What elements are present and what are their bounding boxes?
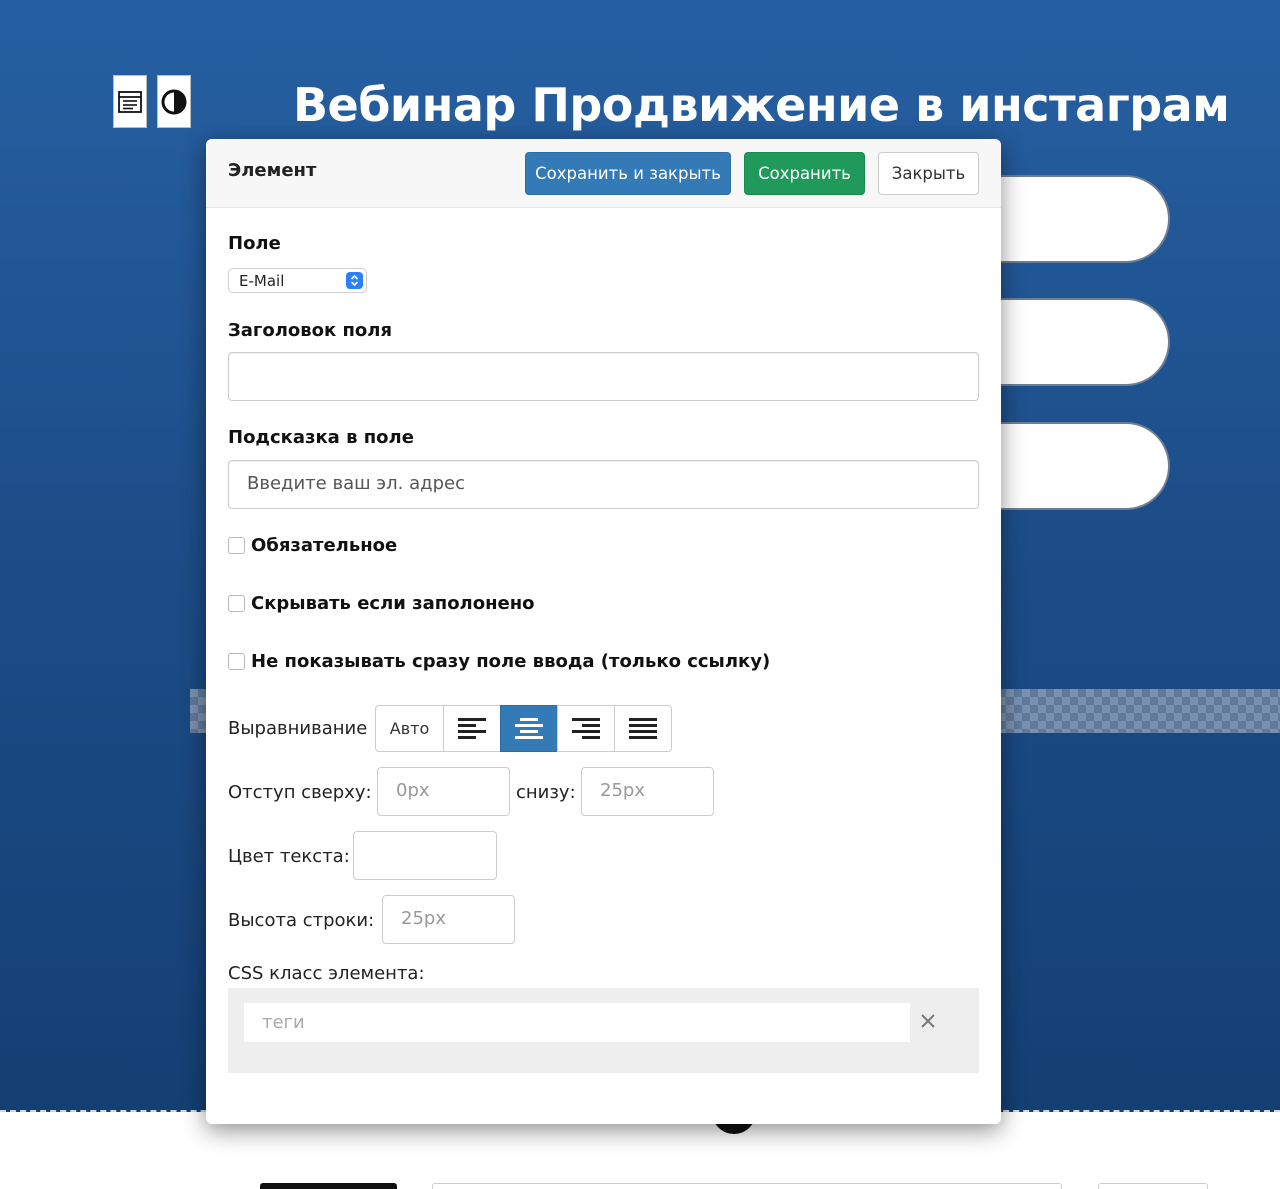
required-checkbox-row[interactable]: Обязательное <box>228 535 397 556</box>
bottom-tab[interactable] <box>260 1183 397 1189</box>
text-color-label: Цвет текста: <box>228 846 350 867</box>
close-button[interactable]: Закрыть <box>878 152 979 195</box>
margin-bottom-input[interactable]: 25px <box>581 767 714 816</box>
contrast-icon[interactable] <box>157 75 191 128</box>
field-label: Поле <box>228 233 281 254</box>
field-title-label: Заголовок поля <box>228 320 393 341</box>
align-auto-button[interactable]: Авто <box>375 705 444 752</box>
link-only-label: Не показывать сразу поле ввода (только с… <box>251 651 771 672</box>
field-hint-input[interactable]: Введите ваш эл. адрес <box>228 460 979 509</box>
hide-if-filled-checkbox[interactable] <box>228 595 245 612</box>
hide-if-filled-label: Скрывать если заполонено <box>251 593 535 614</box>
link-only-checkbox-row[interactable]: Не показывать сразу поле ввода (только с… <box>228 651 770 672</box>
line-height-label: Высота строки: <box>228 910 375 931</box>
select-arrows-icon <box>346 272 363 289</box>
css-class-label: CSS класс элемента: <box>228 963 425 984</box>
save-button[interactable]: Сохранить <box>744 152 865 195</box>
css-class-tags-box: теги <box>228 988 979 1073</box>
line-height-input[interactable]: 25px <box>382 895 515 944</box>
field-select-value: E-Mail <box>239 272 285 290</box>
field-select[interactable]: E-Mail <box>228 268 367 293</box>
text-color-input[interactable] <box>353 831 497 880</box>
element-settings-modal: Элемент Сохранить и закрыть Сохранить За… <box>206 139 1001 1124</box>
clear-tags-icon[interactable] <box>917 1010 939 1032</box>
align-justify-icon[interactable] <box>614 705 672 752</box>
align-right-icon[interactable] <box>557 705 615 752</box>
link-only-checkbox[interactable] <box>228 653 245 670</box>
field-hint-label: Подсказка в поле <box>228 427 414 448</box>
alignment-label: Выравнивание <box>228 718 368 739</box>
margin-top-input[interactable]: 0px <box>377 767 510 816</box>
required-checkbox[interactable] <box>228 537 245 554</box>
field-title-input[interactable] <box>228 352 979 401</box>
required-label: Обязательное <box>251 535 398 556</box>
page-title: Вебинар Продвижение в инстаграм <box>293 78 1230 132</box>
margin-top-label: Отступ сверху: <box>228 782 372 803</box>
form-list-icon[interactable] <box>113 75 147 128</box>
align-left-icon[interactable] <box>443 705 501 752</box>
modal-title: Элемент <box>228 160 317 181</box>
bottom-toolbar-right[interactable] <box>1098 1183 1208 1189</box>
alignment-button-group: Авто <box>375 705 672 752</box>
modal-header: Элемент Сохранить и закрыть Сохранить За… <box>206 139 1001 208</box>
hide-if-filled-checkbox-row[interactable]: Скрывать если заполонено <box>228 593 535 614</box>
css-class-tags-input[interactable]: теги <box>244 1003 910 1042</box>
bottom-toolbar[interactable] <box>432 1183 1062 1189</box>
align-center-icon[interactable] <box>500 705 558 752</box>
margin-bottom-label: снизу: <box>516 782 576 803</box>
save-and-close-button[interactable]: Сохранить и закрыть <box>525 152 731 195</box>
